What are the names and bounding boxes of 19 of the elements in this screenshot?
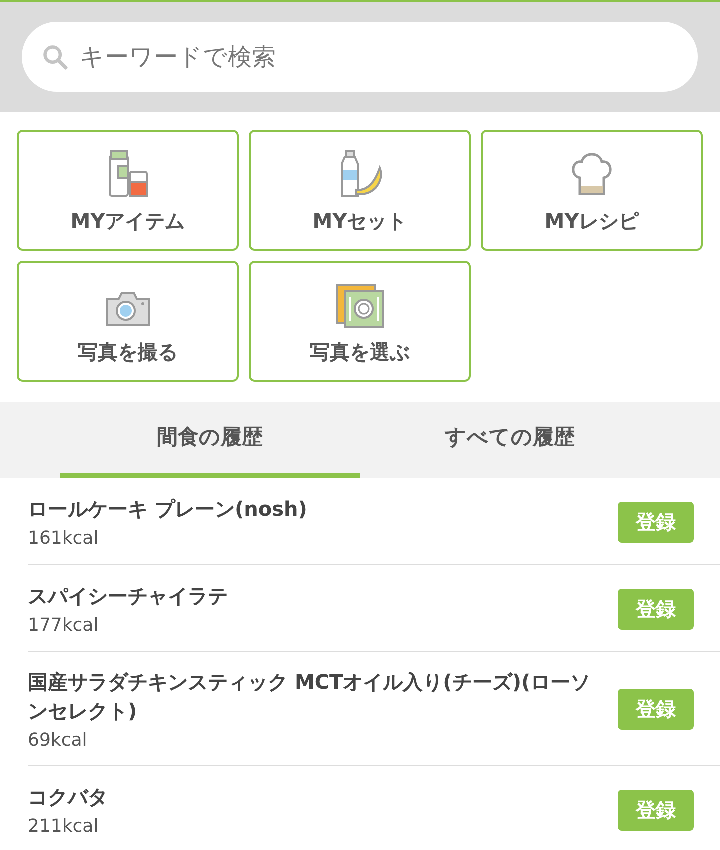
calorie-value: 69kcal	[28, 730, 88, 751]
plate-photo-icon	[335, 283, 385, 329]
calorie-value: 177kcal	[28, 615, 100, 636]
calorie-value: 161kcal	[28, 528, 100, 549]
shortcut-tile[interactable]: MYレシピ	[481, 130, 703, 251]
shortcut-tile[interactable]: 写真を選ぶ	[249, 261, 471, 382]
shortcut-tile[interactable]: MYアイテム	[17, 130, 239, 251]
search-field[interactable]: キーワードで検索	[22, 22, 698, 92]
shortcut-tile[interactable]: MYセット	[249, 130, 471, 251]
calorie-value: 211kcal	[28, 816, 100, 837]
food-name: 国産サラダチキンスティック MCTオイル入り(チーズ)(ローソンセレクト)	[28, 669, 592, 725]
food-name: スパイシーチャイラテ	[28, 583, 229, 610]
food-name: コクバタ	[28, 784, 109, 811]
containers-icon	[106, 150, 150, 198]
shortcut-tile[interactable]: 写真を撮る	[17, 261, 239, 382]
camera-icon	[104, 289, 152, 329]
history-tab[interactable]: 間食の履歴	[60, 402, 360, 478]
history-tab[interactable]: すべての履歴	[360, 402, 660, 478]
food-name: ロールケーキ プレーン(nosh)	[28, 496, 308, 523]
